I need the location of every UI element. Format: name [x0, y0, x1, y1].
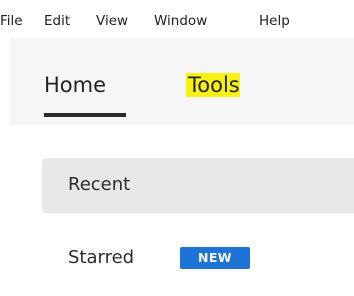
new-badge: NEW — [180, 247, 250, 269]
menu-bar: File Edit View Window Help — [0, 0, 354, 38]
nav-item-starred[interactable]: Starred — [68, 247, 134, 269]
menu-edit[interactable]: Edit — [44, 13, 70, 29]
menu-file[interactable]: File — [0, 13, 23, 29]
tab-tools[interactable]: Tools — [186, 72, 240, 98]
tab-home[interactable]: Home — [44, 72, 106, 98]
tab-tools-label: Tools — [186, 73, 240, 97]
menu-help[interactable]: Help — [259, 13, 290, 29]
nav-item-recent-label: Recent — [68, 174, 131, 195]
menu-view[interactable]: View — [96, 13, 128, 29]
menu-window[interactable]: Window — [154, 13, 207, 29]
active-tab-indicator — [44, 113, 126, 117]
